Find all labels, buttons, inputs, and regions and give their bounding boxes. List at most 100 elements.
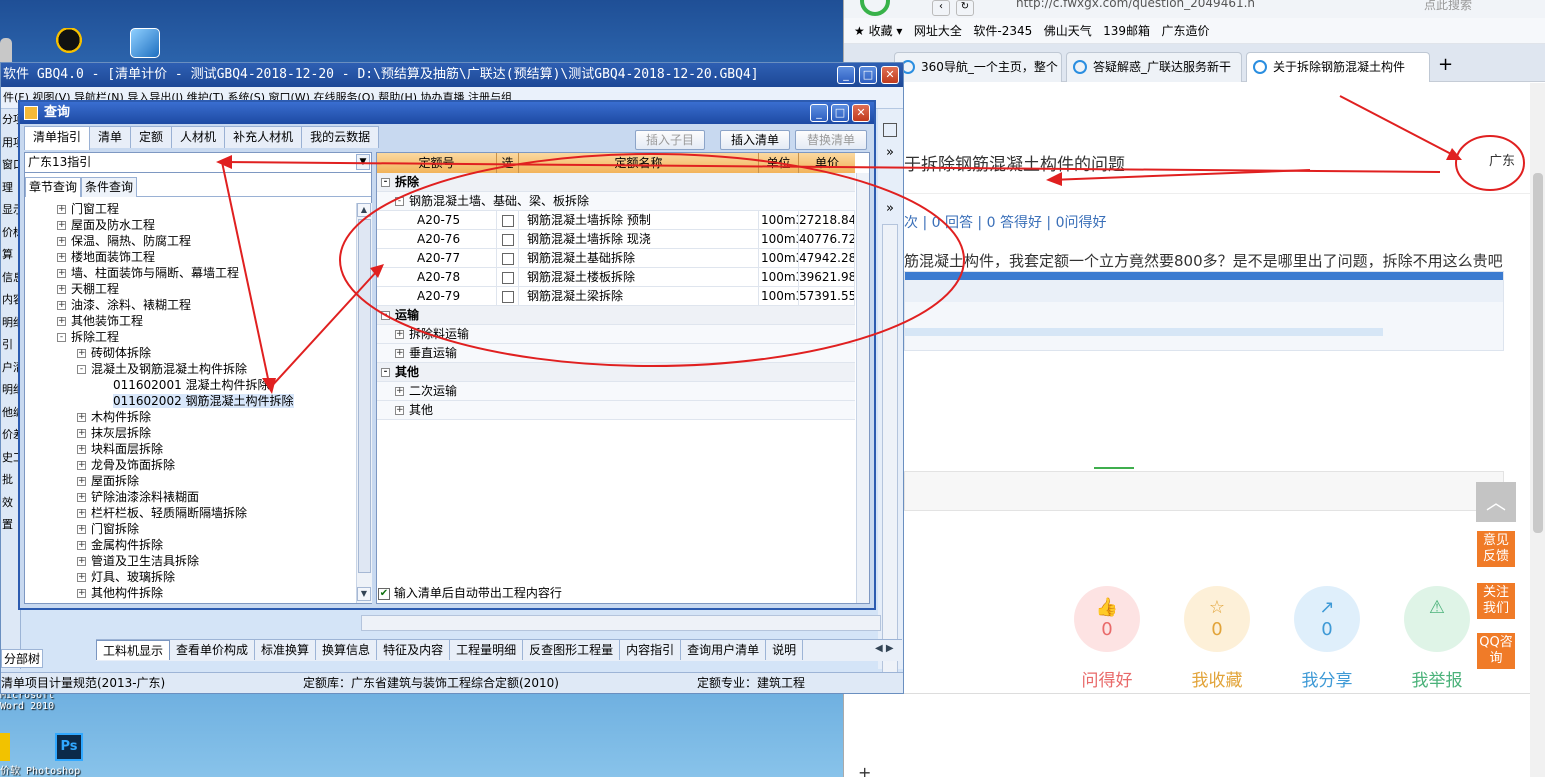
bottom-left-label[interactable]: 分部树 <box>1 649 44 668</box>
scroll-top-button[interactable]: ︿ <box>1476 482 1516 522</box>
dialog-minimize-button[interactable]: _ <box>810 104 828 122</box>
refresh-button[interactable]: ↻ <box>956 0 974 16</box>
tree-node[interactable]: + 灯具、玻璃拆除 <box>25 569 355 585</box>
bottom-tab[interactable]: 查看单价构成 <box>170 640 256 660</box>
dialog-tab[interactable]: 补充人材机 <box>224 126 303 148</box>
tree-toggle-icon[interactable]: + <box>77 525 86 534</box>
right-scrollbar[interactable] <box>882 224 898 674</box>
tree-toggle-icon[interactable]: + <box>77 461 86 470</box>
grid-toggle-icon[interactable]: + <box>395 349 404 358</box>
tree-toggle-icon[interactable]: + <box>57 205 66 214</box>
grid-toggle-icon[interactable]: - <box>381 368 390 377</box>
url-field[interactable]: http://c.fwxgx.com/question_2049461.h <box>1016 0 1336 14</box>
insert-list-button[interactable]: 插入清单(I) <box>720 130 790 165</box>
select-checkbox[interactable] <box>501 233 514 246</box>
spec-select[interactable]: 广东13指引 ▼ <box>25 153 371 173</box>
fav-item[interactable]: 收藏 <box>869 24 893 38</box>
browser-tab-active[interactable]: 关于拆除钢筋混凝土构件 <box>1246 52 1430 82</box>
tab-scroll-arrows[interactable]: ◀ ▶ <box>875 643 894 654</box>
bottom-tab[interactable]: 说明 <box>766 640 804 660</box>
tree-toggle-icon[interactable]: + <box>57 269 66 278</box>
tree-node[interactable]: + 屋面拆除 <box>25 473 355 489</box>
scroll-thumb[interactable] <box>358 219 371 573</box>
tree-toggle-icon[interactable]: + <box>57 317 66 326</box>
fav-item[interactable]: 佛山天气 <box>1044 24 1092 38</box>
replace-list-button[interactable]: 替换清单(R) <box>795 130 867 165</box>
dialog-tab[interactable]: 我的云数据 <box>301 126 380 148</box>
grid-toggle-icon[interactable]: - <box>381 178 390 187</box>
tree-toggle-icon[interactable]: - <box>77 365 86 374</box>
select-checkbox[interactable] <box>501 271 514 284</box>
dialog-tab[interactable]: 清单指引 <box>24 126 91 150</box>
minimize-button[interactable]: _ <box>837 66 855 84</box>
grid-row[interactable]: A20-76 钢筋混凝土墙拆除 现浇100m340776.72 <box>377 230 855 249</box>
grid-scrollbar[interactable] <box>856 173 869 603</box>
ps-icon[interactable]: Ps <box>55 733 83 761</box>
tree-scrollbar[interactable]: ▲ ▼ <box>356 203 372 603</box>
insert-child-button[interactable]: 插入子目 <box>635 130 705 150</box>
grid-row[interactable]: A20-78 钢筋混凝土楼板拆除100m339621.98 <box>377 268 855 287</box>
tree-toggle-icon[interactable]: + <box>57 221 66 230</box>
tree-toggle-icon[interactable]: + <box>57 301 66 310</box>
action-circle[interactable]: 👍 0 <box>1074 586 1140 652</box>
tree-toggle-icon[interactable]: + <box>57 237 66 246</box>
grid-group-row[interactable]: + 垂直运输 <box>377 344 855 363</box>
grid-group-row[interactable]: - 运输 <box>377 306 855 325</box>
select-checkbox[interactable] <box>501 252 514 265</box>
tree-toggle-icon[interactable]: + <box>77 429 86 438</box>
qq-penguin-icon[interactable] <box>54 28 84 58</box>
action-label[interactable]: 问得好 <box>1062 666 1152 691</box>
follow-button[interactable]: 关注我们 <box>1477 583 1515 619</box>
grid-toggle-icon[interactable]: + <box>395 330 404 339</box>
tree-node[interactable]: + 砖砌体拆除 <box>25 345 355 361</box>
expand-icon[interactable]: » <box>886 201 894 216</box>
browser-scrollbar[interactable] <box>1530 83 1545 777</box>
action-label[interactable]: 我分享 <box>1282 666 1372 691</box>
scroll-down-icon[interactable]: ▼ <box>357 587 371 601</box>
grid-toggle-icon[interactable]: + <box>395 387 404 396</box>
tree-toggle-icon[interactable]: + <box>77 589 86 598</box>
grid-toggle-icon[interactable]: - <box>381 311 390 320</box>
tree-toggle-icon[interactable]: + <box>57 285 66 294</box>
tree-node[interactable]: + 抹灰层拆除 <box>25 425 355 441</box>
tree-node[interactable]: + 金属构件拆除 <box>25 537 355 553</box>
add-button[interactable]: + <box>858 763 871 777</box>
tree-node[interactable]: + 管道及卫生洁具拆除 <box>25 553 355 569</box>
tree-toggle-icon[interactable]: + <box>77 509 86 518</box>
new-tab-button[interactable]: + <box>1438 54 1453 75</box>
grid-row[interactable]: A20-77 钢筋混凝土基础拆除100m347942.28 <box>377 249 855 268</box>
chevron-down-icon[interactable]: ▼ <box>356 154 370 170</box>
bottom-tab[interactable]: 反查图形工程量 <box>523 640 621 660</box>
question-screenshot-image[interactable] <box>904 271 1504 351</box>
fav-item[interactable]: 139邮箱 <box>1103 24 1150 38</box>
tree-toggle-icon[interactable]: + <box>77 493 86 502</box>
action-circle[interactable]: ⚠ <box>1404 586 1470 652</box>
browser-tab[interactable]: 360导航_一个主页，整个 <box>894 52 1062 82</box>
bottom-tab[interactable]: 工料机显示 <box>96 640 171 660</box>
dialog-tab[interactable]: 人材机 <box>171 126 226 148</box>
bottom-tab[interactable]: 特征及内容 <box>377 640 451 660</box>
dialog-maximize-button[interactable]: □ <box>831 104 849 122</box>
tree-toggle-icon[interactable]: + <box>77 557 86 566</box>
panel-icon[interactable] <box>883 123 897 137</box>
grid-group-row[interactable]: + 二次运输 <box>377 382 855 401</box>
feedback-button[interactable]: 意见反馈 <box>1477 531 1515 567</box>
auto-insert-checkbox[interactable]: ✔ <box>378 587 390 600</box>
tree-toggle-icon[interactable]: + <box>77 573 86 582</box>
tree-toggle-icon[interactable]: + <box>77 541 86 550</box>
tree-toggle-icon[interactable]: + <box>57 253 66 262</box>
dialog-close-button[interactable]: ✕ <box>852 104 870 122</box>
tree-node[interactable]: + 门窗拆除 <box>25 521 355 537</box>
bottom-tab[interactable]: 换算信息 <box>316 640 378 660</box>
tree-node[interactable]: + 木构件拆除 <box>25 409 355 425</box>
action-label[interactable]: 我举报 <box>1392 666 1482 691</box>
tree-node[interactable]: + 保温、隔热、防腐工程 <box>25 233 355 249</box>
tree-node[interactable]: + 铲除油漆涂料裱糊面 <box>25 489 355 505</box>
tree-node[interactable]: - 混凝土及钢筋混凝土构件拆除 <box>25 361 355 377</box>
tab-condition-query[interactable]: 条件查询 <box>81 177 138 197</box>
browser-tab[interactable]: 答疑解惑_广联达服务新干 <box>1066 52 1242 82</box>
tree-node[interactable]: + 楼地面装饰工程 <box>25 249 355 265</box>
tree-toggle-icon[interactable]: + <box>77 413 86 422</box>
fav-item[interactable]: 广东造价 <box>1162 24 1210 38</box>
yellow-app-icon[interactable] <box>0 733 10 761</box>
